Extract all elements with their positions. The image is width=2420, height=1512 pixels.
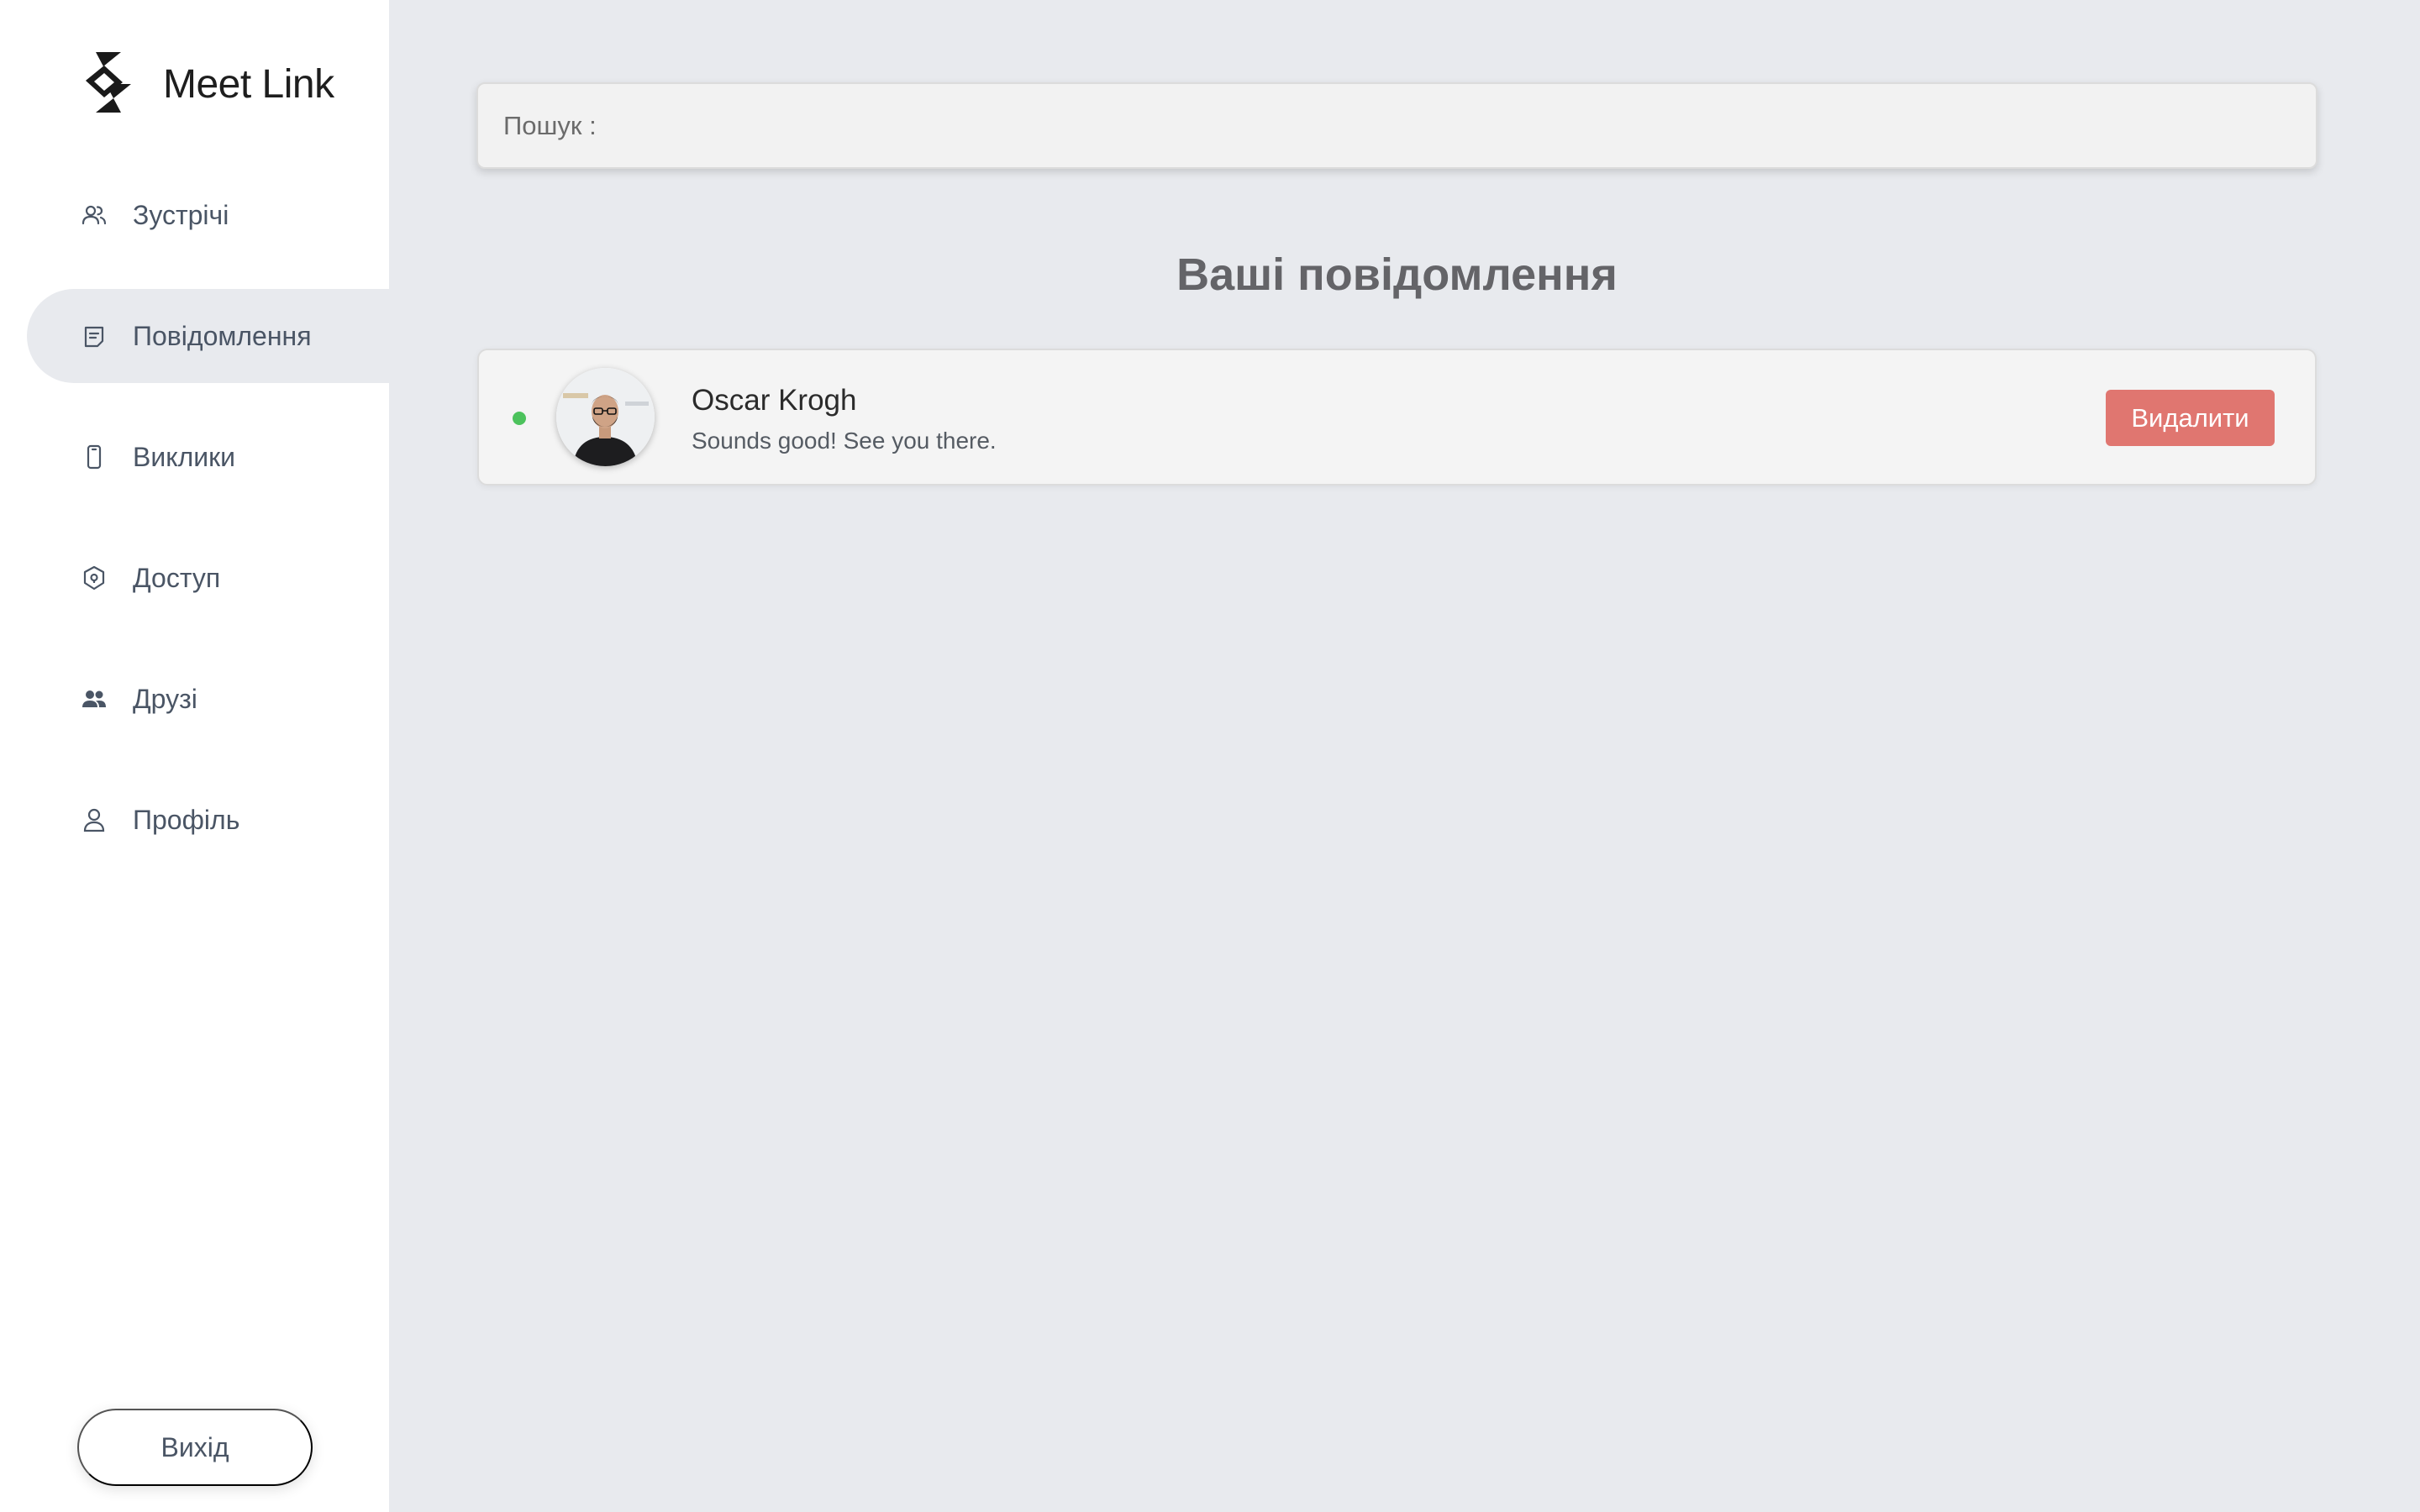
- logout-button[interactable]: Вихід: [77, 1409, 313, 1486]
- sidebar-item-label: Виклики: [133, 441, 235, 472]
- sidebar-item-friends[interactable]: Друзі: [27, 652, 389, 746]
- sidebar-item-calls[interactable]: Виклики: [27, 410, 389, 504]
- avatar[interactable]: [556, 368, 655, 466]
- main-content: Пошук : Ваші повідомлення Oscar Krogh So…: [389, 0, 2420, 1512]
- friends-icon: [81, 685, 108, 712]
- sidebar: Meet Link Зустрічі Повідомлення Виклики: [0, 0, 389, 1512]
- sidebar-item-label: Зустрічі: [133, 199, 229, 230]
- shield-icon: [81, 564, 108, 591]
- online-status-indicator: [513, 412, 526, 425]
- meet-link-logo-icon: [79, 50, 138, 118]
- message-sender-name: Oscar Krogh: [692, 384, 857, 417]
- search-input[interactable]: [606, 100, 2316, 151]
- search-bar[interactable]: Пошук :: [476, 82, 2317, 169]
- user-icon: [81, 806, 108, 833]
- users-icon: [81, 202, 108, 228]
- page-title: Ваші повідомлення: [1176, 249, 1618, 300]
- sidebar-item-label: Доступ: [133, 562, 221, 593]
- sidebar-item-label: Профіль: [133, 804, 240, 835]
- sidebar-item-access[interactable]: Доступ: [27, 531, 389, 625]
- message-item[interactable]: Oscar Krogh Sounds good! See you there. …: [477, 349, 2317, 486]
- sidebar-item-label: Друзі: [133, 683, 197, 714]
- search-label: Пошук :: [503, 110, 597, 140]
- sidebar-item-label: Повідомлення: [133, 320, 312, 351]
- message-preview: Sounds good! See you there.: [692, 428, 997, 454]
- phone-icon: [81, 444, 108, 470]
- sidebar-item-messages[interactable]: Повідомлення: [27, 289, 389, 383]
- sidebar-item-meetings[interactable]: Зустрічі: [27, 168, 389, 262]
- delete-button[interactable]: Видалити: [2106, 390, 2275, 446]
- brand[interactable]: Meet Link: [79, 50, 334, 118]
- app-name: Meet Link: [163, 61, 334, 107]
- sidebar-item-profile[interactable]: Профіль: [27, 773, 389, 867]
- message-icon: [81, 323, 108, 349]
